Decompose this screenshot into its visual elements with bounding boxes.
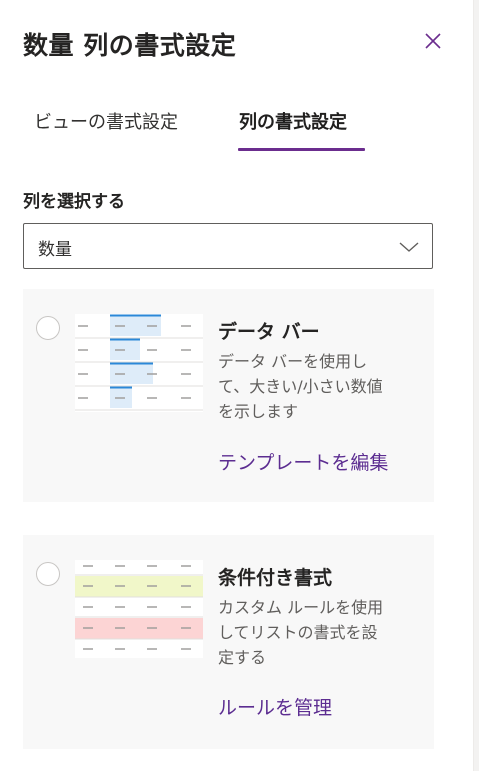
chevron-down-icon [398, 239, 420, 258]
tab-column-formatting[interactable]: 列の書式設定 [239, 108, 347, 134]
description-line: を示します [218, 402, 299, 421]
description-line: カスタム ルールを使用 [218, 598, 384, 617]
description-line: データ バーを使用し [218, 352, 368, 371]
description-line: 定する [218, 648, 267, 667]
conditional-format-description: カスタム ルールを使用 してリストの書式を設 定する [218, 595, 418, 670]
close-icon[interactable] [418, 26, 448, 56]
data-bar-description: データ バーを使用し て、大きい/小さい数値 を示します [218, 349, 418, 424]
edit-template-link[interactable]: テンプレートを編集 [218, 448, 388, 475]
conditional-format-thumbnail [75, 560, 203, 662]
conditional-format-option-card[interactable]: 条件付き書式 カスタム ルールを使用 してリストの書式を設 定する ルールを管理 [23, 535, 434, 749]
data-bar-title: データ バー [218, 321, 320, 343]
description-line: してリストの書式を設 [218, 623, 378, 642]
column-select-value: 数量 [38, 240, 72, 260]
conditional-format-title: 条件付き書式 [218, 567, 333, 589]
manage-rules-link[interactable]: ルールを管理 [218, 693, 332, 720]
column-select-dropdown[interactable]: 数量 [23, 223, 433, 269]
conditional-format-radio[interactable] [36, 562, 60, 586]
data-bar-thumbnail [75, 314, 203, 416]
panel-right-edge [473, 0, 479, 771]
data-bar-option-card[interactable]: データ バー データ バーを使用し て、大きい/小さい数値 を示します テンプレ… [23, 289, 434, 502]
panel-title: 数量 列の書式設定 [23, 31, 237, 60]
tab-view-formatting[interactable]: ビューの書式設定 [34, 108, 178, 134]
active-tab-indicator [238, 148, 365, 151]
data-bar-radio[interactable] [36, 316, 60, 340]
column-select-label: 列を選択する [23, 192, 125, 212]
description-line: て、大きい/小さい数値 [218, 377, 383, 396]
